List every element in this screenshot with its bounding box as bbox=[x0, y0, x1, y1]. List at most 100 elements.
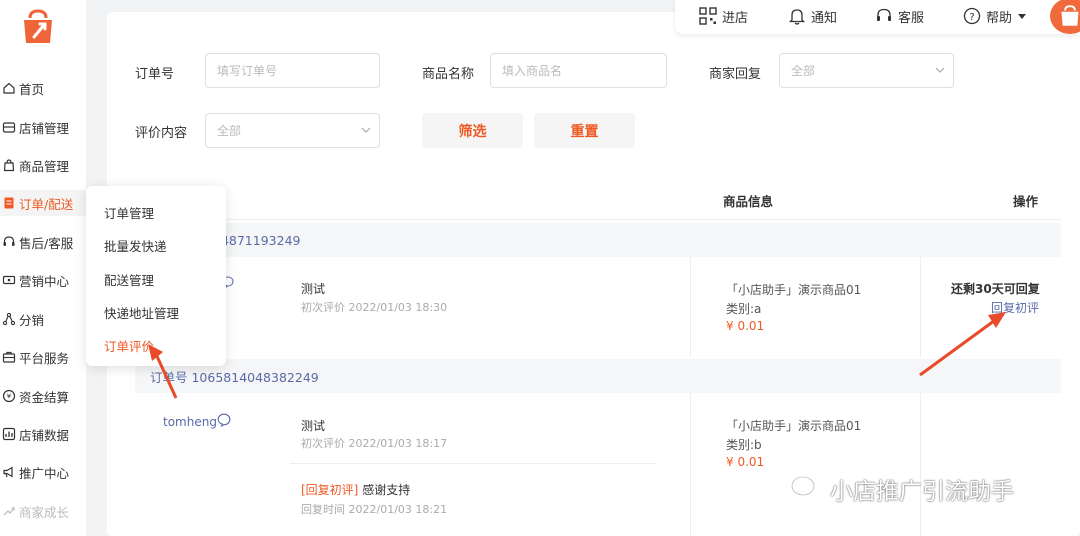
reply-initial-review-link[interactable]: 回复初评 bbox=[991, 299, 1039, 316]
growth-icon bbox=[2, 504, 16, 518]
customer-service-label: 客服 bbox=[898, 10, 925, 26]
submenu-item-batch-shipping[interactable]: 批量发快递 bbox=[104, 236, 167, 255]
home-icon bbox=[2, 81, 16, 95]
sidebar-item-label: 商家成长 bbox=[19, 504, 70, 520]
sidebar-item-label: 营销中心 bbox=[19, 273, 70, 289]
reply-tag: [回复初评] bbox=[301, 483, 359, 497]
sidebar-item-10[interactable]: 推广中心 bbox=[0, 459, 86, 485]
reply-remaining: 还剩30天可回复 bbox=[951, 282, 1040, 296]
help-icon: ? bbox=[963, 7, 981, 25]
product-name-input[interactable]: 填入商品名 bbox=[490, 53, 667, 88]
comment-icon[interactable] bbox=[217, 413, 231, 430]
chevron-down-icon bbox=[935, 67, 945, 73]
svg-text:?: ? bbox=[969, 12, 974, 23]
review-content-select[interactable]: 全部 bbox=[205, 113, 380, 148]
network-icon bbox=[2, 312, 16, 326]
product-price: ¥ 0.01 bbox=[726, 319, 765, 333]
help-menu[interactable]: ? 帮助 bbox=[963, 6, 1027, 26]
main-panel bbox=[107, 12, 1080, 536]
reviewer-name[interactable]: tomheng bbox=[163, 415, 217, 429]
merchant-reply-value: 全部 bbox=[791, 64, 816, 78]
help-label: 帮助 bbox=[986, 10, 1013, 26]
sidebar-item-0[interactable]: 首页 bbox=[0, 75, 86, 101]
submenu-item-order-review[interactable]: 订单评价 bbox=[104, 336, 154, 355]
order-icon bbox=[2, 196, 16, 210]
watermark: 小店推广引流助手 bbox=[790, 472, 1014, 506]
submenu-item-shipping-address[interactable]: 快递地址管理 bbox=[104, 303, 179, 322]
review-text: 测试 bbox=[301, 419, 326, 433]
sidebar-item-label: 平台服务 bbox=[19, 350, 70, 366]
order-number: 64871193249 bbox=[213, 232, 301, 248]
sidebar-item-label: 首页 bbox=[19, 81, 45, 97]
order-number: 订单号 1065814048382249 bbox=[150, 369, 319, 385]
enter-store-label: 进店 bbox=[722, 10, 749, 26]
reply-divider bbox=[290, 463, 655, 464]
sidebar-item-4[interactable]: 售后/客服 bbox=[0, 229, 86, 255]
watermark-text: 小店推广引流助手 bbox=[830, 479, 1014, 505]
sidebar-item-label: 分销 bbox=[19, 312, 45, 328]
merchant-reply-select[interactable]: 全部 bbox=[779, 53, 954, 88]
sidebar-item-7[interactable]: 平台服务 bbox=[0, 344, 86, 370]
sidebar-item-label: 店铺管理 bbox=[19, 120, 70, 136]
review-time: 初次评价 2022/01/03 18:30 bbox=[301, 301, 448, 314]
sidebar-item-11[interactable]: 商家成长 bbox=[0, 498, 86, 524]
submenu-item-delivery-management[interactable]: 配送管理 bbox=[104, 270, 154, 289]
headset-icon bbox=[2, 235, 16, 249]
cell-divider bbox=[690, 257, 691, 357]
sidebar: 首页店铺管理商品管理订单/配送售后/客服营销中心分销平台服务 ¥ 资金结算店铺数据推… bbox=[0, 0, 86, 536]
store-icon bbox=[2, 120, 16, 134]
filter-button[interactable]: 筛选 bbox=[422, 113, 523, 148]
product-category: 类别:a bbox=[726, 302, 762, 316]
reply-text: 感谢支持 bbox=[362, 483, 411, 497]
sidebar-item-label: 资金结算 bbox=[19, 389, 70, 405]
chart-icon bbox=[2, 427, 16, 441]
order-no-input[interactable]: 填写订单号 bbox=[205, 53, 380, 88]
bell-icon bbox=[788, 7, 806, 25]
notify-label: 通知 bbox=[811, 10, 838, 26]
svg-text:¥: ¥ bbox=[7, 393, 12, 401]
sidebar-item-6[interactable]: 分销 bbox=[0, 306, 86, 332]
submenu-item-order-management[interactable]: 订单管理 bbox=[104, 203, 154, 222]
sidebar-item-2[interactable]: 商品管理 bbox=[0, 152, 86, 178]
cell-divider bbox=[920, 393, 921, 536]
product-price: ¥ 0.01 bbox=[726, 455, 765, 469]
reset-button[interactable]: 重置 bbox=[534, 113, 635, 148]
review-text: 测试 bbox=[301, 282, 326, 296]
product-name[interactable]: 「小店助手」演示商品01 bbox=[726, 417, 861, 434]
review-time: 初次评价 2022/01/03 18:17 bbox=[301, 437, 448, 450]
order-no-label: 订单号 bbox=[135, 67, 175, 82]
table-header: 商品信息 操作 bbox=[135, 182, 1061, 220]
merchant-reply-label: 商家回复 bbox=[709, 67, 762, 82]
product-name-label: 商品名称 bbox=[422, 67, 475, 82]
shop-logo-icon[interactable] bbox=[20, 9, 56, 45]
sidebar-item-5[interactable]: 营销中心 bbox=[0, 267, 86, 293]
sidebar-item-9[interactable]: 店铺数据 bbox=[0, 421, 86, 447]
reply-time: 回复时间 2022/01/03 18:21 bbox=[301, 503, 448, 516]
sidebar-item-label: 订单/配送 bbox=[19, 196, 74, 212]
caret-down-icon bbox=[1018, 14, 1027, 19]
sidebar-item-1[interactable]: 店铺管理 bbox=[0, 114, 86, 140]
sidebar-item-3[interactable]: 订单/配送 bbox=[0, 190, 86, 216]
wechat-icon bbox=[790, 475, 824, 503]
product-name[interactable]: 「小店助手」演示商品01 bbox=[726, 281, 861, 298]
review-content-value: 全部 bbox=[217, 124, 242, 138]
sidebar-item-label: 售后/客服 bbox=[19, 235, 74, 251]
cell-divider bbox=[920, 257, 921, 357]
avatar[interactable] bbox=[1050, 0, 1080, 34]
column-actions: 操作 bbox=[1013, 194, 1039, 209]
sidebar-item-8[interactable]: ¥ 资金结算 bbox=[0, 383, 86, 409]
megaphone-icon bbox=[2, 465, 16, 479]
ticket-icon bbox=[2, 273, 16, 287]
sidebar-item-label: 商品管理 bbox=[19, 158, 70, 174]
enter-store-button[interactable]: 进店 bbox=[699, 6, 748, 26]
qrcode-icon bbox=[699, 7, 717, 25]
customer-service-button[interactable]: 客服 bbox=[875, 6, 924, 26]
notify-button[interactable]: 通知 bbox=[788, 6, 837, 26]
headset-icon bbox=[875, 7, 893, 25]
chevron-down-icon bbox=[361, 127, 371, 133]
order-header-row: 64871193249 bbox=[135, 223, 1061, 257]
review-content-label: 评价内容 bbox=[135, 126, 188, 141]
sidebar-item-label: 店铺数据 bbox=[19, 427, 70, 443]
top-bar: 进店 通知 客服 ? 帮助 bbox=[675, 0, 1080, 34]
briefcase-icon bbox=[2, 350, 16, 364]
